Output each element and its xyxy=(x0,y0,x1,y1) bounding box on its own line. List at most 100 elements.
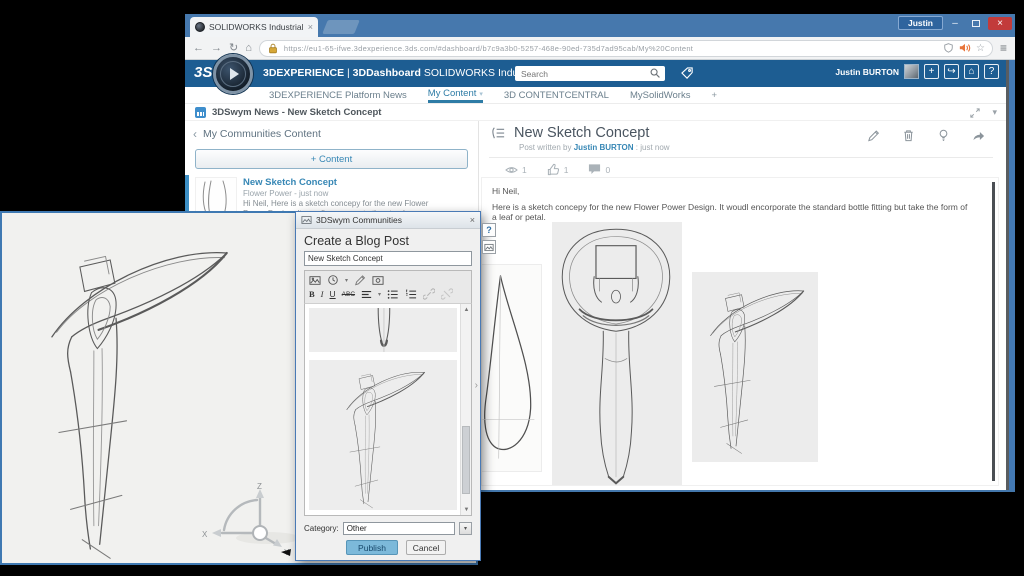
italic-button[interactable]: I xyxy=(321,289,324,299)
dialog-close-icon[interactable]: × xyxy=(470,215,475,225)
add-widget-button[interactable]: + xyxy=(924,64,939,79)
axis-z-label: Z xyxy=(257,482,262,491)
url-field[interactable]: https://eu1-65-ifwe.3dexperience.3ds.com… xyxy=(259,40,993,57)
panel-expander-icon[interactable]: › xyxy=(475,380,478,391)
post-byline: Post written by Justin BURTON : just now xyxy=(519,143,670,152)
search-input[interactable] xyxy=(519,68,650,80)
minimize-button[interactable]: – xyxy=(946,17,964,30)
share-post-icon[interactable] xyxy=(972,129,985,142)
back-icon[interactable]: ← xyxy=(193,43,204,54)
post-title: New Sketch Concept xyxy=(514,125,649,141)
home-dashboard-button[interactable]: ⌂ xyxy=(964,64,979,79)
widget-header: 3DSwym News - New Sketch Concept ▾ xyxy=(185,104,1015,121)
link-button[interactable] xyxy=(423,288,435,300)
attach-icon[interactable] xyxy=(354,274,366,286)
dialog-heading: Create a Blog Post xyxy=(304,234,472,248)
expand-widget-icon[interactable] xyxy=(970,108,980,118)
reload-icon[interactable]: ↻ xyxy=(229,43,238,54)
scroll-up-icon[interactable]: ▲ xyxy=(461,304,472,315)
share-button[interactable]: ↪ xyxy=(944,64,959,79)
views-stat: 1 xyxy=(505,164,527,176)
bold-button[interactable]: B xyxy=(309,289,315,299)
insert-dropdown-icon[interactable]: ▾ xyxy=(345,277,348,284)
platform-search[interactable] xyxy=(515,66,665,81)
communities-back[interactable]: ‹ My Communities Content xyxy=(185,121,478,145)
compass-logo[interactable] xyxy=(213,54,253,94)
dassault-logo[interactable]: 3S xyxy=(194,64,212,81)
sketch-image-teardrop[interactable] xyxy=(481,264,542,472)
scroll-thumb[interactable] xyxy=(462,426,470,494)
align-button[interactable] xyxy=(361,289,372,300)
home-icon[interactable]: ⌂ xyxy=(245,43,252,54)
post-panel: New Sketch Concept Post written by Justi… xyxy=(479,121,1015,490)
dialog-app-icon xyxy=(301,215,312,225)
editor-scrollbar[interactable]: ▲ ▼ xyxy=(460,304,471,515)
idea-bulb-icon[interactable] xyxy=(937,129,950,142)
widget-title: 3DSwym News - New Sketch Concept xyxy=(212,107,381,118)
new-tab-button[interactable] xyxy=(322,20,360,34)
forward-icon[interactable]: → xyxy=(211,43,222,54)
dialog-title-bar[interactable]: 3DSwym Communities × xyxy=(296,212,480,229)
sketch-image-perspective-view[interactable] xyxy=(692,272,818,462)
category-select[interactable]: Other xyxy=(343,522,455,535)
add-tab-button[interactable]: + xyxy=(711,87,717,103)
delete-post-icon[interactable] xyxy=(902,129,915,142)
align-dropdown-icon[interactable]: ▾ xyxy=(378,291,381,298)
browser-tab[interactable]: SOLIDWORKS Industrial D... × xyxy=(190,17,318,37)
add-content-button[interactable]: + Content xyxy=(195,149,468,169)
bullet-list-button[interactable] xyxy=(387,289,399,300)
underline-button[interactable]: U xyxy=(330,289,336,299)
bookmark-star-icon[interactable]: ☆ xyxy=(976,43,985,54)
back-to-list-icon[interactable] xyxy=(491,126,506,140)
scroll-down-icon[interactable]: ▼ xyxy=(461,504,472,515)
editor-toolbar: ▾ B I U ABC ▾ xyxy=(304,270,472,304)
browser-user-chip[interactable]: Justin xyxy=(898,16,943,30)
edit-post-icon[interactable] xyxy=(867,129,880,142)
sketch-image-front-view[interactable] xyxy=(552,222,682,486)
dialog-help-button[interactable]: ? xyxy=(482,223,496,237)
post-scrollbar[interactable] xyxy=(992,182,995,481)
publish-button[interactable]: Publish xyxy=(346,540,398,555)
search-icon[interactable] xyxy=(650,68,661,79)
browser-menu-icon[interactable]: ≡ xyxy=(1000,41,1007,55)
post-stats: 1 1 0 xyxy=(505,163,610,176)
tab-title: SOLIDWORKS Industrial D... xyxy=(209,22,304,32)
insert-image-icon[interactable] xyxy=(309,275,321,286)
strikethrough-button[interactable]: ABC xyxy=(342,291,355,298)
insert-photo-icon[interactable] xyxy=(372,275,384,286)
tab-mysolidworks[interactable]: MySolidWorks xyxy=(630,87,691,103)
close-window-button[interactable]: × xyxy=(988,17,1012,30)
tag-icon[interactable] xyxy=(681,67,694,80)
tab-my-content[interactable]: My Content▾ xyxy=(428,87,483,103)
axis-triad: Z X Y xyxy=(198,481,310,559)
category-dropdown-icon[interactable]: ▾ xyxy=(459,522,472,535)
blog-title-input[interactable] xyxy=(304,251,472,266)
unlink-button[interactable] xyxy=(441,288,453,300)
editor-image-front-tip[interactable] xyxy=(309,308,457,352)
dialog-image-tool-button[interactable] xyxy=(482,240,496,254)
3dswym-widget-icon xyxy=(195,107,206,118)
post-body-card: Hi Neil, Here is a sketch concepy for th… xyxy=(481,177,999,486)
collapse-widget-icon[interactable]: ▾ xyxy=(992,107,997,118)
likes-stat[interactable]: 1 xyxy=(547,163,569,176)
tab-3d-contentcentral[interactable]: 3D CONTENTCENTRAL xyxy=(504,87,609,103)
shield-icon[interactable] xyxy=(943,42,954,54)
insert-media-icon[interactable] xyxy=(327,274,339,286)
user-avatar[interactable] xyxy=(904,64,919,79)
cancel-button[interactable]: Cancel xyxy=(406,540,446,555)
browser-url-bar: ← → ↻ ⌂ https://eu1-65-ifwe.3dexperience… xyxy=(185,37,1015,60)
header-user-name[interactable]: Justin BURTON xyxy=(835,67,899,77)
post-author-link[interactable]: Justin BURTON xyxy=(574,143,634,152)
blog-editor-area[interactable]: ▲ ▼ xyxy=(304,304,472,516)
page-scroll-edge[interactable] xyxy=(1006,60,1015,490)
help-button[interactable]: ? xyxy=(984,64,999,79)
tab-close-icon[interactable]: × xyxy=(308,22,313,32)
numbered-list-button[interactable] xyxy=(405,289,417,300)
thumbs-up-icon xyxy=(547,163,560,176)
tab-platform-news[interactable]: 3DEXPERIENCE Platform News xyxy=(269,87,407,103)
audio-icon[interactable] xyxy=(959,42,971,54)
maximize-button[interactable] xyxy=(967,17,985,30)
editor-image-perspective[interactable] xyxy=(309,360,457,510)
platform-header: 3S 3DEXPERIENCE | 3DDashboard SOLIDWORKS… xyxy=(185,60,1015,87)
comments-stat[interactable]: 0 xyxy=(588,163,610,176)
